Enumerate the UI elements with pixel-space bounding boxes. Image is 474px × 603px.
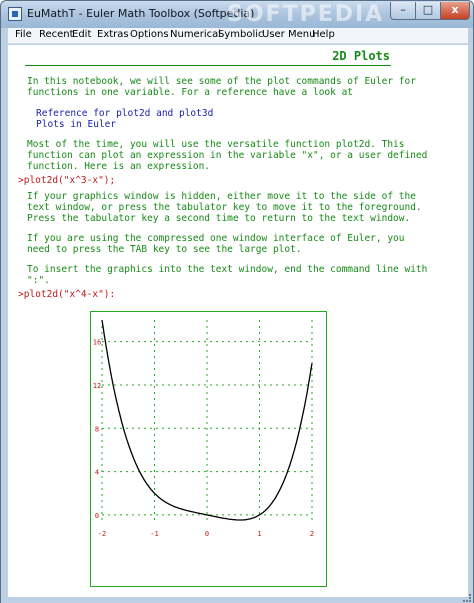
notebook-text-window[interactable]: 2D Plots In this notebook, we will see s… (8, 45, 468, 597)
menu-options[interactable]: Options (130, 29, 169, 40)
paragraph-line: ":". (27, 275, 50, 286)
link-plots-in-euler[interactable]: Plots in Euler (36, 119, 116, 130)
maximize-button[interactable]: □ (415, 2, 441, 20)
right-border (468, 28, 473, 597)
command-line[interactable]: >plot2d("x^4-x"): (18, 289, 115, 300)
plot-output: -2 -1 0 1 2 0 4 8 12 16 (90, 311, 327, 587)
x-tick-label: -2 (98, 530, 106, 538)
y-tick-label: 8 (95, 425, 99, 433)
y-tick-label: 4 (95, 469, 99, 477)
softpedia-watermark: SOFTPEDIA (227, 2, 385, 27)
menu-extras[interactable]: Extras (97, 29, 129, 40)
paragraph-line: need to press the TAB key to see the lar… (27, 244, 302, 255)
paragraph-line: function can plot an expression in the v… (27, 150, 428, 161)
menu-numerical[interactable]: Numerical (170, 29, 221, 40)
y-tick-label: 0 (95, 512, 99, 520)
x-tick-label: -1 (150, 530, 158, 538)
menu-file[interactable]: File (15, 29, 32, 40)
paragraph-line: function. Here is an expression. (27, 161, 211, 172)
command-line[interactable]: >plot2d("x^3-x"); (18, 175, 115, 186)
y-tick-label: 12 (93, 382, 101, 390)
menu-symbolic[interactable]: Symbolic (218, 29, 264, 40)
menu-edit[interactable]: Edit (72, 29, 91, 40)
paragraph-line: To insert the graphics into the text win… (27, 264, 428, 275)
resize-grip-icon[interactable] (463, 594, 471, 602)
menu-recent[interactable]: Recent (39, 29, 74, 40)
y-tick-label: 16 (93, 339, 101, 347)
link-plot-reference[interactable]: Reference for plot2d and plot3d (36, 108, 213, 119)
paragraph-line: Most of the time, you will use the versa… (27, 139, 405, 150)
intro-line: functions in one variable. For a referen… (27, 87, 354, 98)
close-button[interactable]: x (440, 2, 470, 20)
title-bar[interactable]: EuMathT - Euler Math Toolbox (Softpedia)… (1, 1, 473, 28)
paragraph-line: Press the tabulator key a second time to… (27, 213, 411, 224)
app-icon (8, 7, 22, 21)
paragraph-line: text window, or press the tabulator key … (27, 202, 422, 213)
notebook-heading: 2D Plots (332, 49, 390, 63)
x-tick-label: 2 (310, 530, 314, 538)
x-tick-label: 1 (257, 530, 261, 538)
intro-line: In this notebook, we will see some of th… (27, 76, 416, 87)
bottom-border (1, 597, 473, 603)
app-window: EuMathT - Euler Math Toolbox (Softpedia)… (0, 0, 474, 603)
plot-canvas: -2 -1 0 1 20481216 (93, 319, 314, 538)
menu-bar: File Recent Edit Extras Options Numerica… (8, 28, 468, 44)
x-tick-label: 0 (205, 530, 209, 538)
window-title: EuMathT - Euler Math Toolbox (Softpedia) (27, 7, 255, 20)
heading-rule (25, 65, 391, 66)
menu-help[interactable]: Help (312, 29, 335, 40)
menu-user-menu[interactable]: User Menu (262, 29, 315, 40)
paragraph-line: If you are using the compressed one wind… (27, 233, 405, 244)
minimize-button[interactable]: – (390, 2, 416, 20)
paragraph-line: If your graphics window is hidden, eithe… (27, 191, 416, 202)
